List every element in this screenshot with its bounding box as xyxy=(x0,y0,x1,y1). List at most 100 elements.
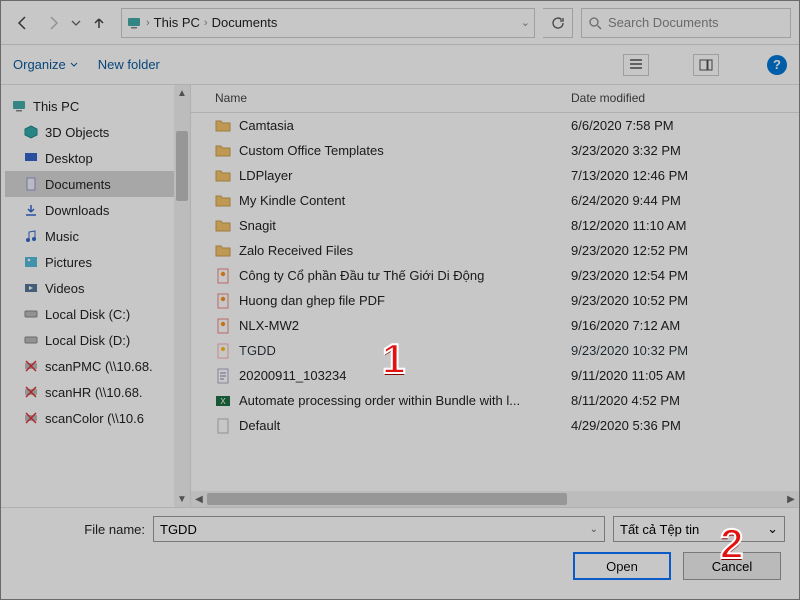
tree-root-this-pc[interactable]: This PC xyxy=(5,93,186,119)
file-row[interactable]: Default4/29/2020 5:36 PM xyxy=(191,413,799,438)
new-folder-button[interactable]: New folder xyxy=(98,57,160,72)
file-date: 9/23/2020 10:32 PM xyxy=(561,343,741,358)
file-row[interactable]: Snagit 8/12/2020 11:10 AM xyxy=(191,213,799,238)
dialog-footer: File name: TGDD ⌄ Tất cả Tệp tin ⌄ Open … xyxy=(1,507,799,599)
col-date[interactable]: Date modified xyxy=(561,85,741,112)
tree-scrollbar[interactable]: ▲ ▼ xyxy=(174,85,190,507)
file-date: 6/6/2020 7:58 PM xyxy=(561,118,741,133)
tree-item-scan-hr[interactable]: scanHR (\\10.68. xyxy=(5,379,186,405)
file-row[interactable]: XAutomate processing order within Bundle… xyxy=(191,388,799,413)
chevron-down-icon xyxy=(71,18,81,28)
disk-icon xyxy=(24,307,38,321)
crumb-this-pc[interactable]: This PC xyxy=(154,15,200,30)
file-date: 4/29/2020 5:36 PM xyxy=(561,418,741,433)
preview-pane-button[interactable] xyxy=(693,54,719,76)
file-date: 9/11/2020 11:05 AM xyxy=(561,368,741,383)
file-date: 7/13/2020 12:46 PM xyxy=(561,168,741,183)
scroll-down-icon[interactable]: ▼ xyxy=(174,491,190,507)
filename-label: File name: xyxy=(15,522,145,537)
file-name: Huong dan ghep file PDF xyxy=(239,293,385,308)
scroll-right-icon[interactable]: ▶ xyxy=(783,491,799,507)
refresh-icon xyxy=(551,16,565,30)
file-name: TGDD xyxy=(239,343,276,358)
file-row[interactable]: NLX-MW2 9/16/2020 7:12 AM xyxy=(191,313,799,338)
file-name: Snagit xyxy=(239,218,276,233)
scroll-left-icon[interactable]: ◀ xyxy=(191,491,207,507)
tree-item-videos[interactable]: Videos xyxy=(5,275,186,301)
folder-icon xyxy=(215,218,231,234)
arrow-up-icon xyxy=(91,15,107,31)
file-name: LDPlayer xyxy=(239,168,292,183)
tree-item-pictures[interactable]: Pictures xyxy=(5,249,186,275)
file-icon xyxy=(215,418,231,434)
file-row[interactable]: LDPlayer 7/13/2020 12:46 PM xyxy=(191,163,799,188)
file-date: 8/12/2020 11:10 AM xyxy=(561,218,741,233)
tree-item-disk-c[interactable]: Local Disk (C:) xyxy=(5,301,186,327)
preview-icon xyxy=(699,59,713,71)
svg-text:X: X xyxy=(220,397,226,406)
view-mode-button[interactable] xyxy=(623,54,649,76)
help-button[interactable]: ? xyxy=(767,55,787,75)
file-date: 6/24/2020 9:44 PM xyxy=(561,193,741,208)
file-name: Camtasia xyxy=(239,118,294,133)
breadcrumb[interactable]: › This PC › Documents ⌄ xyxy=(121,8,535,38)
search-icon xyxy=(588,16,602,30)
tree-item-scan-color[interactable]: scanColor (\\10.6 xyxy=(5,405,186,431)
col-name[interactable]: Name xyxy=(191,85,561,112)
file-row[interactable]: TGDD 9/23/2020 10:32 PM xyxy=(191,338,799,363)
file-name: 20200911_103234 xyxy=(239,368,347,383)
file-row[interactable]: 20200911_103234 9/11/2020 11:05 AM xyxy=(191,363,799,388)
crumb-dropdown-icon[interactable]: ⌄ xyxy=(521,16,530,29)
file-row[interactable]: Zalo Received Files 9/23/2020 12:52 PM xyxy=(191,238,799,263)
column-headers[interactable]: Name Date modified xyxy=(191,85,799,113)
open-button[interactable]: Open xyxy=(573,552,671,580)
refresh-button[interactable] xyxy=(543,8,573,38)
tree-item-music[interactable]: Music xyxy=(5,223,186,249)
crumb-documents[interactable]: Documents xyxy=(212,15,278,30)
chevron-down-icon[interactable]: ⌄ xyxy=(767,521,778,537)
music-icon xyxy=(24,229,38,243)
file-date: 9/16/2020 7:12 AM xyxy=(561,318,741,333)
file-date: 9/23/2020 12:52 PM xyxy=(561,243,741,258)
file-row[interactable]: Camtasia 6/6/2020 7:58 PM xyxy=(191,113,799,138)
file-date: 3/23/2020 3:32 PM xyxy=(561,143,741,158)
file-name: Công ty Cổ phần Đầu tư Thế Giới Di Động xyxy=(239,268,484,283)
organize-menu[interactable]: Organize xyxy=(13,57,78,72)
pc-icon xyxy=(11,98,27,114)
folder-icon xyxy=(215,118,231,134)
file-row[interactable]: Huong dan ghep file PDF9/23/2020 10:52 P… xyxy=(191,288,799,313)
tree-item-documents[interactable]: Documents xyxy=(5,171,186,197)
nav-up-button[interactable] xyxy=(85,9,113,37)
filename-input[interactable]: TGDD ⌄ xyxy=(153,516,605,542)
nav-forward-button xyxy=(39,9,67,37)
nav-recent-button[interactable] xyxy=(69,9,83,37)
toolbar: Organize New folder ? xyxy=(1,45,799,85)
download-icon xyxy=(24,203,38,217)
list-hscrollbar[interactable]: ◀ ▶ xyxy=(191,491,799,507)
tree-item-disk-d[interactable]: Local Disk (D:) xyxy=(5,327,186,353)
tree-item-desktop[interactable]: Desktop xyxy=(5,145,186,171)
cube-icon xyxy=(24,125,38,139)
folder-icon xyxy=(215,168,231,184)
file-row[interactable]: My Kindle Content 6/24/2020 9:44 PM xyxy=(191,188,799,213)
chevron-down-icon[interactable]: ⌄ xyxy=(590,524,598,535)
file-name: My Kindle Content xyxy=(239,193,345,208)
chevron-down-icon xyxy=(70,61,78,69)
file-row[interactable]: Custom Office Templates3/23/2020 3:32 PM xyxy=(191,138,799,163)
doc2-icon xyxy=(215,268,231,284)
file-name: NLX-MW2 xyxy=(239,318,299,333)
tree-item-3d-objects[interactable]: 3D Objects xyxy=(5,119,186,145)
tree-item-downloads[interactable]: Downloads xyxy=(5,197,186,223)
folder-icon xyxy=(215,193,231,209)
nav-back-button[interactable] xyxy=(9,9,37,37)
annotation-2: 2 xyxy=(720,520,743,568)
txt-icon xyxy=(215,368,231,384)
search-input[interactable]: Search Documents xyxy=(581,8,791,38)
file-name: Zalo Received Files xyxy=(239,243,353,258)
file-row[interactable]: Công ty Cổ phần Đầu tư Thế Giới Di Động9… xyxy=(191,263,799,288)
tree-item-scan-pmc[interactable]: scanPMC (\\10.68. xyxy=(5,353,186,379)
filetype-select[interactable]: Tất cả Tệp tin ⌄ xyxy=(613,516,785,542)
disconnected-drive-icon xyxy=(24,411,38,425)
disk-icon xyxy=(24,333,38,347)
scroll-up-icon[interactable]: ▲ xyxy=(174,85,190,101)
